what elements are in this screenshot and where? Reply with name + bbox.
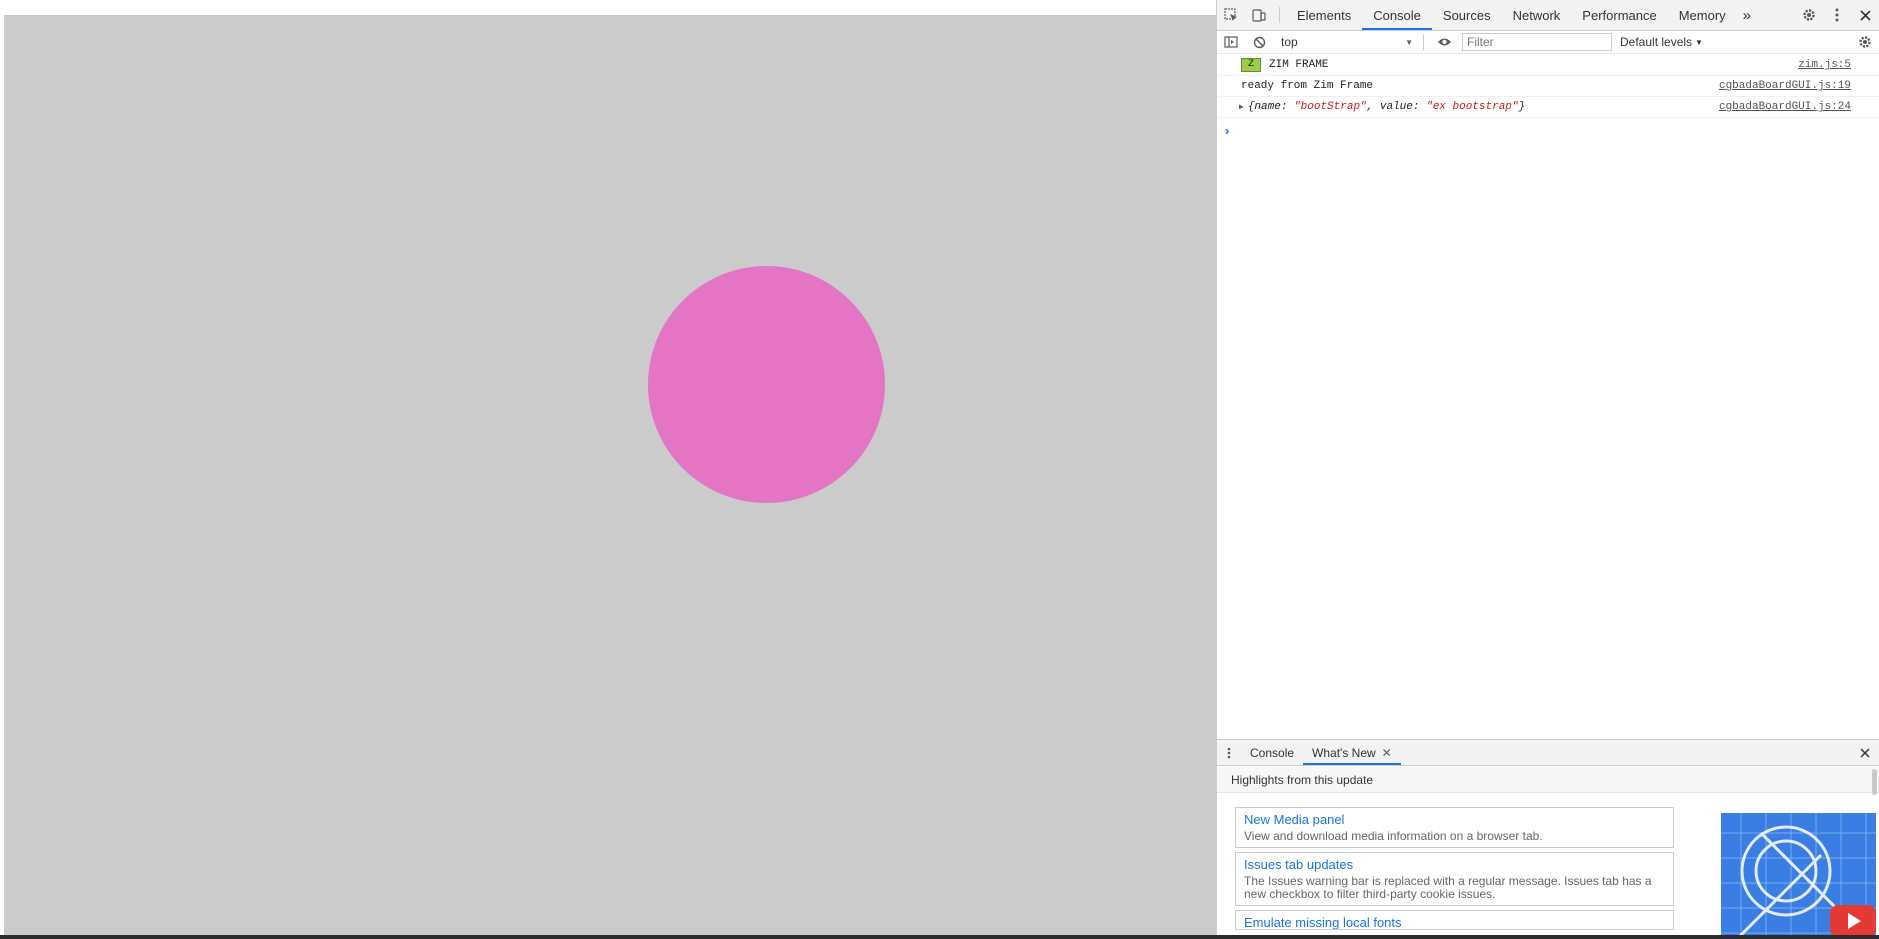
devtools-drawer: Console What's New ✕ Highlights from thi… <box>1217 739 1879 935</box>
zim-stage[interactable] <box>4 15 1216 935</box>
expander-triangle-icon[interactable]: ▶ <box>1239 102 1244 112</box>
drawer-scrollbar[interactable] <box>1872 769 1877 795</box>
object-preview[interactable]: {name: "bootStrap", value: "ex bootstrap… <box>1248 101 1525 113</box>
kebab-menu-icon[interactable] <box>1823 0 1851 30</box>
feature-title[interactable]: New Media panel <box>1244 812 1665 828</box>
source-link[interactable]: cgbadaBoardGUI.js:19 <box>1719 80 1851 92</box>
chevron-down-icon: ▼ <box>1405 37 1413 47</box>
log-levels-label: Default levels <box>1620 35 1693 49</box>
drawer-tab-bar: Console What's New ✕ <box>1217 740 1879 766</box>
context-selector[interactable]: top ▼ <box>1277 33 1417 51</box>
message-text: ZIM FRAME <box>1269 59 1329 71</box>
source-link[interactable]: zim.js:5 <box>1798 59 1851 71</box>
tab-sources[interactable]: Sources <box>1432 0 1502 30</box>
console-prompt[interactable]: › <box>1225 123 1229 138</box>
console-message[interactable]: Z ZIM FRAME zim.js:5 <box>1217 55 1879 76</box>
tab-elements[interactable]: Elements <box>1286 0 1362 30</box>
kebab-menu-icon[interactable] <box>1217 740 1241 765</box>
drawer-tab-whats-new[interactable]: What's New ✕ <box>1303 740 1401 765</box>
message-text: ready from Zim Frame <box>1241 80 1374 92</box>
console-messages: Z ZIM FRAME zim.js:5 ready from Zim Fram… <box>1217 55 1879 118</box>
promo-video-thumbnail[interactable] <box>1721 813 1876 935</box>
feature-card[interactable]: Issues tab updates The Issues warning ba… <box>1235 852 1674 906</box>
whats-new-panel: Highlights from this update New Media pa… <box>1217 767 1879 935</box>
feature-title[interactable]: Emulate missing local fonts <box>1244 915 1665 929</box>
console-toolbar: top ▼ Default levels ▼ <box>1217 31 1879 54</box>
close-tab-icon[interactable]: ✕ <box>1382 746 1392 760</box>
feature-card[interactable]: New Media panel View and download media … <box>1235 807 1674 848</box>
zim-badge: Z <box>1241 58 1261 72</box>
sidebar-toggle-icon[interactable] <box>1217 31 1245 53</box>
drawer-tab-console[interactable]: Console <box>1241 740 1303 765</box>
console-message[interactable]: ▶ {name: "bootStrap", value: "ex bootstr… <box>1217 97 1879 118</box>
highlights-heading: Highlights from this update <box>1217 767 1879 793</box>
console-settings-icon[interactable] <box>1851 31 1879 53</box>
settings-icon[interactable] <box>1795 0 1823 30</box>
console-message[interactable]: ready from Zim Frame cgbadaBoardGUI.js:1… <box>1217 76 1879 97</box>
page-viewport <box>0 0 1216 939</box>
close-icon[interactable] <box>1851 0 1879 30</box>
youtube-icon[interactable] <box>1830 905 1876 935</box>
feature-desc: The Issues warning bar is replaced with … <box>1244 874 1652 901</box>
tab-console[interactable]: Console <box>1362 0 1432 30</box>
context-value: top <box>1281 35 1298 49</box>
close-drawer-icon[interactable] <box>1851 740 1879 765</box>
source-link[interactable]: cgbadaBoardGUI.js:24 <box>1719 101 1851 113</box>
inspect-icon[interactable] <box>1217 0 1245 30</box>
filter-input[interactable] <box>1462 33 1612 51</box>
feature-card[interactable]: Emulate missing local fonts <box>1235 910 1674 930</box>
devtools-tab-bar: Elements Console Sources Network Perform… <box>1217 0 1879 31</box>
feature-desc: View and download media information on a… <box>1244 829 1543 843</box>
feature-title[interactable]: Issues tab updates <box>1244 857 1665 873</box>
device-toolbar-icon[interactable] <box>1245 0 1273 30</box>
window-bottom-edge <box>0 935 1879 939</box>
toolbar-divider <box>1279 7 1280 23</box>
clear-console-icon[interactable] <box>1245 31 1273 53</box>
pink-circle[interactable] <box>648 266 885 503</box>
more-tabs-button[interactable]: » <box>1737 0 1757 30</box>
feature-list: New Media panel View and download media … <box>1235 807 1674 934</box>
eye-icon[interactable] <box>1430 31 1458 53</box>
devtools-panel: Elements Console Sources Network Perform… <box>1216 0 1879 935</box>
tab-memory[interactable]: Memory <box>1668 0 1737 30</box>
tab-performance[interactable]: Performance <box>1571 0 1667 30</box>
toolbar-divider <box>1423 34 1424 50</box>
tab-network[interactable]: Network <box>1502 0 1572 30</box>
log-levels-dropdown[interactable]: Default levels ▼ <box>1620 35 1703 49</box>
chevron-down-icon: ▼ <box>1695 37 1703 47</box>
